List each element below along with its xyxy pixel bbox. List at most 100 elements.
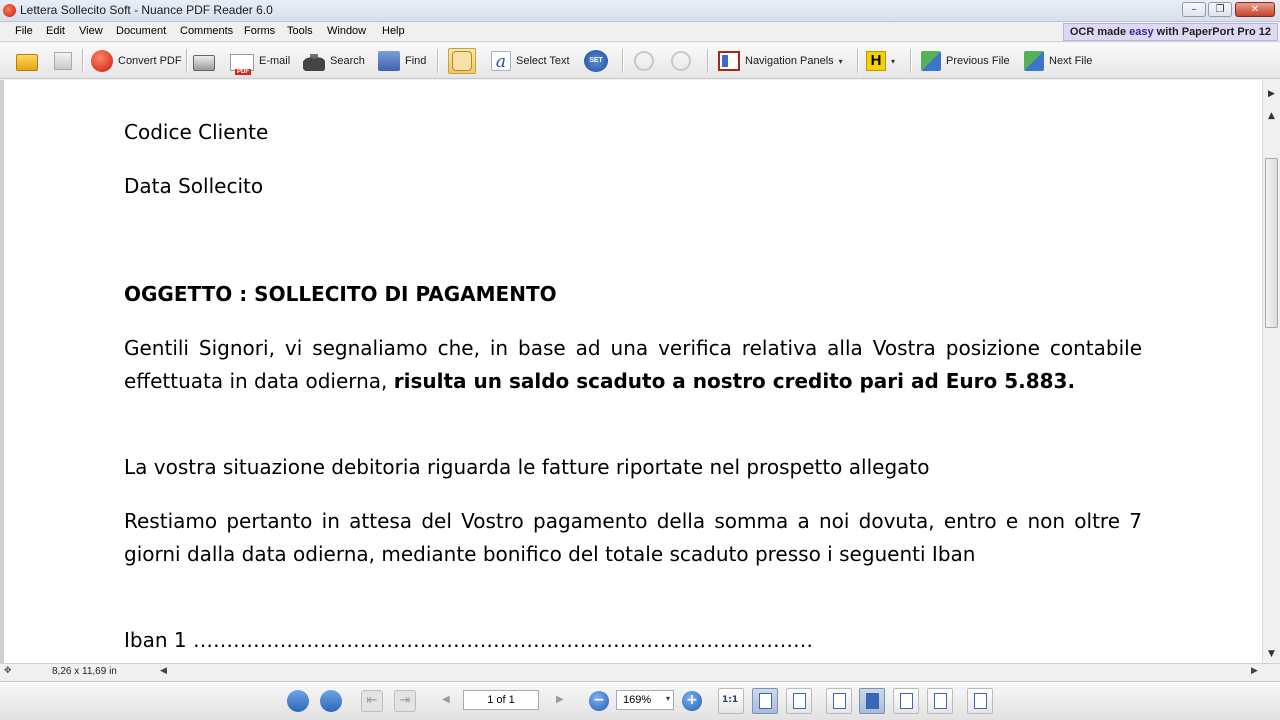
restore-button[interactable]: ❐ xyxy=(1208,2,1232,17)
previous-view-icon[interactable] xyxy=(287,690,309,712)
navigation-panels-button[interactable]: Navigation Panels ▾ xyxy=(718,48,843,74)
search-label: Search xyxy=(330,55,365,67)
next-page-icon[interactable]: ▶ xyxy=(556,694,564,705)
next-file-label: Next File xyxy=(1049,55,1093,67)
fit-page-button[interactable] xyxy=(752,688,778,714)
last-page-icon[interactable]: ⇥ xyxy=(394,690,416,712)
status-bar: ✥ 8,26 x 11,69 in ◀ ▶ xyxy=(0,663,1280,681)
convert-icon xyxy=(91,50,113,72)
search-button[interactable]: Search xyxy=(303,48,365,74)
menu-edit[interactable]: Edit xyxy=(46,25,65,37)
convert-pdf-button[interactable]: Convert PDF xyxy=(91,48,182,74)
menu-forms[interactable]: Forms xyxy=(244,25,275,37)
single-page-icon xyxy=(833,693,846,709)
fit-width-button[interactable] xyxy=(786,688,812,714)
continuous-facing-icon xyxy=(934,693,947,709)
previous-file-button[interactable]: Previous File xyxy=(921,48,1010,74)
find-button[interactable]: Find xyxy=(378,48,426,74)
document-view[interactable]: Codice Cliente Data Sollecito OGGETTO : … xyxy=(0,80,1262,663)
previous-file-label: Previous File xyxy=(946,55,1010,67)
next-file-icon xyxy=(1024,51,1044,71)
page-number-field[interactable]: 1 of 1 xyxy=(463,690,539,710)
promo-banner[interactable]: OCR made easy with PaperPort Pro 12 xyxy=(1062,23,1278,41)
email-label: E-mail xyxy=(259,55,291,67)
highlight-button[interactable]: H ▾ xyxy=(866,48,895,74)
save-button[interactable] xyxy=(54,48,72,74)
scroll-left-arrow-icon[interactable]: ◀ xyxy=(160,666,167,676)
menu-help[interactable]: Help xyxy=(382,25,405,37)
fit-page-icon xyxy=(759,693,772,709)
actual-size-label: 1:1 xyxy=(722,695,739,705)
set-button[interactable]: SET xyxy=(584,48,608,74)
email-pdf-icon xyxy=(230,53,254,75)
zoom-out-icon[interactable]: − xyxy=(589,691,609,711)
convert-pdf-label: Convert PDF xyxy=(118,55,182,67)
printer-icon xyxy=(193,54,215,71)
undo-button[interactable] xyxy=(634,48,654,74)
redo-button[interactable] xyxy=(671,48,691,74)
scroll-up-arrow-icon[interactable]: ▲ xyxy=(1263,108,1280,125)
save-icon xyxy=(54,52,72,70)
zoom-dropdown-icon[interactable]: ▾ xyxy=(666,694,670,703)
find-label: Find xyxy=(405,55,427,67)
full-screen-icon xyxy=(974,693,987,709)
folder-icon xyxy=(16,53,38,71)
single-page-button[interactable] xyxy=(826,688,852,714)
select-text-button[interactable]: a Select Text xyxy=(491,48,570,74)
chevron-down-icon: ▾ xyxy=(891,56,896,66)
paragraph-1: Gentili Signori, vi segnaliamo che, in b… xyxy=(124,332,1142,398)
menu-document[interactable]: Document xyxy=(116,25,166,37)
next-file-button[interactable]: Next File xyxy=(1024,48,1092,74)
minimize-button[interactable]: – xyxy=(1182,2,1206,17)
set-icon: SET xyxy=(584,50,608,72)
select-text-label: Select Text xyxy=(516,55,570,67)
page-navigation-bar: ⇤ ⇥ ◀ 1 of 1 ▶ − 169% ▾ + 1:1 xyxy=(0,681,1280,720)
menu-file[interactable]: File xyxy=(15,25,33,37)
menu-window[interactable]: Window xyxy=(327,25,366,37)
undo-icon xyxy=(634,51,654,71)
full-screen-button[interactable] xyxy=(967,688,993,714)
iban-line: Iban 1 ………………………………………………………………………………… xyxy=(124,628,813,652)
page-size-label: 8,26 x 11,69 in xyxy=(52,666,117,677)
reminder-date-line: Data Sollecito xyxy=(124,174,264,198)
zoom-in-icon[interactable]: + xyxy=(682,691,702,711)
print-button[interactable] xyxy=(193,48,215,74)
move-icon[interactable]: ✥ xyxy=(4,666,12,676)
paragraph-1-bold: risulta un saldo scaduto a nostro credit… xyxy=(393,369,1076,393)
paragraph-3: Restiamo pertanto in attesa del Vostro p… xyxy=(124,509,1142,566)
first-page-icon[interactable]: ⇤ xyxy=(361,690,383,712)
next-view-icon[interactable] xyxy=(320,690,342,712)
continuous-button[interactable] xyxy=(859,688,885,714)
title-bar: Lettera Sollecito Soft - Nuance PDF Read… xyxy=(0,0,1280,22)
scroll-right-arrow-icon[interactable]: ▶ xyxy=(1251,666,1258,676)
menu-tools[interactable]: Tools xyxy=(287,25,313,37)
promo-prefix: OCR made xyxy=(1069,26,1130,38)
menu-view[interactable]: View xyxy=(79,25,103,37)
menu-comments[interactable]: Comments xyxy=(180,25,233,37)
menu-bar: File Edit View Document Comments Forms T… xyxy=(0,22,1280,42)
previous-page-icon[interactable]: ◀ xyxy=(442,694,450,705)
close-button[interactable]: ✕ xyxy=(1235,2,1275,17)
continuous-icon xyxy=(866,693,879,709)
app-icon xyxy=(3,4,16,17)
scrollbar-thumb[interactable] xyxy=(1265,158,1278,328)
fit-width-icon xyxy=(793,693,806,709)
customer-code-line: Codice Cliente xyxy=(124,120,269,144)
actual-size-button[interactable]: 1:1 xyxy=(718,688,744,714)
promo-suffix: with PaperPort Pro 12 xyxy=(1153,26,1271,38)
facing-button[interactable] xyxy=(893,688,919,714)
chevron-down-icon: ▾ xyxy=(838,56,843,66)
hand-tool-button[interactable] xyxy=(448,48,476,74)
previous-file-icon xyxy=(921,51,941,71)
highlight-icon: H xyxy=(866,51,886,71)
scroll-right-arrow-icon[interactable]: ▶ xyxy=(1263,86,1280,103)
email-button[interactable]: E-mail xyxy=(230,48,291,75)
facing-icon xyxy=(900,693,913,709)
vertical-scrollbar[interactable]: ▶ ▲ ▼ xyxy=(1262,80,1280,663)
find-icon xyxy=(378,51,400,71)
open-button[interactable] xyxy=(16,48,38,74)
hand-icon xyxy=(452,51,472,71)
continuous-facing-button[interactable] xyxy=(927,688,953,714)
navigation-panels-label: Navigation Panels xyxy=(745,55,834,67)
scroll-down-arrow-icon[interactable]: ▼ xyxy=(1263,646,1280,663)
